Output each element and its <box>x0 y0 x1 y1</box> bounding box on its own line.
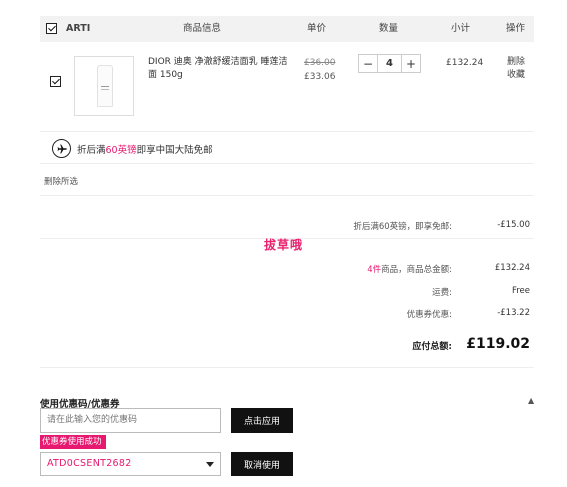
goods-total-line: 4件商品，商品总金额: £132.24 <box>40 263 534 283</box>
product-info-column-header: 商品信息 <box>183 23 222 34</box>
shipping-fee-label: 运费: <box>432 288 452 298</box>
coupon-discount-label: 优惠券优惠: <box>406 310 452 320</box>
actions-column-header: 操作 <box>506 23 526 34</box>
airplane-icon <box>52 139 71 158</box>
coupon-select[interactable]: ATD0CSENT2682 <box>40 452 221 476</box>
favorite-item-link[interactable]: 收藏 <box>507 69 525 82</box>
collapse-caret-icon[interactable]: ▲ <box>528 396 534 405</box>
apply-coupon-button[interactable]: 点击应用 <box>231 408 293 433</box>
goods-total-value: £132.24 <box>494 263 530 273</box>
goods-total-label-text: 商品，商品总金额: <box>381 265 452 275</box>
coupon-success-badge: 优惠券使用成功 <box>40 435 106 449</box>
shipping-promo-suffix: 即享中国大陆免邮 <box>136 145 213 156</box>
brand-column-header: ARTI <box>66 23 91 34</box>
unit-price-column-header: 单价 <box>307 23 327 34</box>
product-image[interactable] <box>74 56 134 116</box>
grand-total-label: 应付总额: <box>412 342 452 352</box>
delete-selected-link[interactable]: 删除所选 <box>44 175 78 187</box>
delete-selected-bar: 删除所选 <box>40 164 534 196</box>
discount-label: 折后满60英镑，即享免邮: <box>353 222 452 232</box>
original-price: £36.00 <box>304 58 336 68</box>
subtotal-column-header: 小计 <box>451 23 471 34</box>
shipping-fee-line: 运费: Free <box>40 286 534 306</box>
cancel-coupon-button[interactable]: 取消使用 <box>231 452 293 476</box>
item-subtotal: £132.24 <box>446 58 484 68</box>
item-checkbox[interactable] <box>50 76 61 87</box>
quantity-value[interactable]: 4 <box>377 55 402 72</box>
shipping-promo-text: 折后满60英镑即享中国大陆免邮 <box>77 142 213 156</box>
goods-total-label: 4件商品，商品总金额: <box>367 263 452 275</box>
sale-price: £33.06 <box>304 72 336 82</box>
item-count: 4件 <box>367 265 382 275</box>
cart-table-header: ARTI 商品信息 单价 数量 小计 操作 <box>40 16 534 42</box>
quantity-column-header: 数量 <box>379 23 399 34</box>
selected-coupon-code: ATD0CSENT2682 <box>47 458 132 469</box>
order-summary: 折后满60英镑，即享免邮: -£15.00 4件商品，商品总金额: £132.2… <box>40 196 534 368</box>
product-name[interactable]: DIOR 迪奥 净澈舒缓洁面乳 睡莲洁面 150g <box>148 56 293 82</box>
coupon-code-input[interactable]: 请在此输入您的优惠码 <box>40 408 221 433</box>
shipping-promo: 折后满60英镑即享中国大陆免邮 <box>40 134 534 164</box>
quantity-stepper: − 4 + <box>358 54 421 73</box>
discount-value: -£15.00 <box>497 220 530 230</box>
shipping-fee-value: Free <box>511 286 530 296</box>
select-all-checkbox[interactable] <box>46 23 57 34</box>
delete-item-link[interactable]: 删除 <box>507 56 525 69</box>
cart-item-row: DIOR 迪奥 净澈舒缓洁面乳 睡莲洁面 150g £36.00 £33.06 … <box>40 42 534 132</box>
decrease-quantity-button[interactable]: − <box>359 55 377 72</box>
shipping-promo-prefix: 折后满 <box>77 145 106 156</box>
increase-quantity-button[interactable]: + <box>402 55 420 72</box>
grand-total-line: 应付总额: £119.02 <box>40 336 534 356</box>
shipping-promo-amount: 60英镑 <box>105 145 137 156</box>
coupon-discount-value: -£13.22 <box>497 308 530 318</box>
cleanser-tube-icon <box>97 65 113 107</box>
watermark-text: 拔草哦 <box>264 238 304 252</box>
coupon-discount-line: 优惠券优惠: -£13.22 <box>40 308 534 328</box>
item-actions: 删除 收藏 <box>507 56 525 82</box>
dropdown-arrow-icon <box>206 462 214 467</box>
grand-total-value: £119.02 <box>466 336 530 352</box>
